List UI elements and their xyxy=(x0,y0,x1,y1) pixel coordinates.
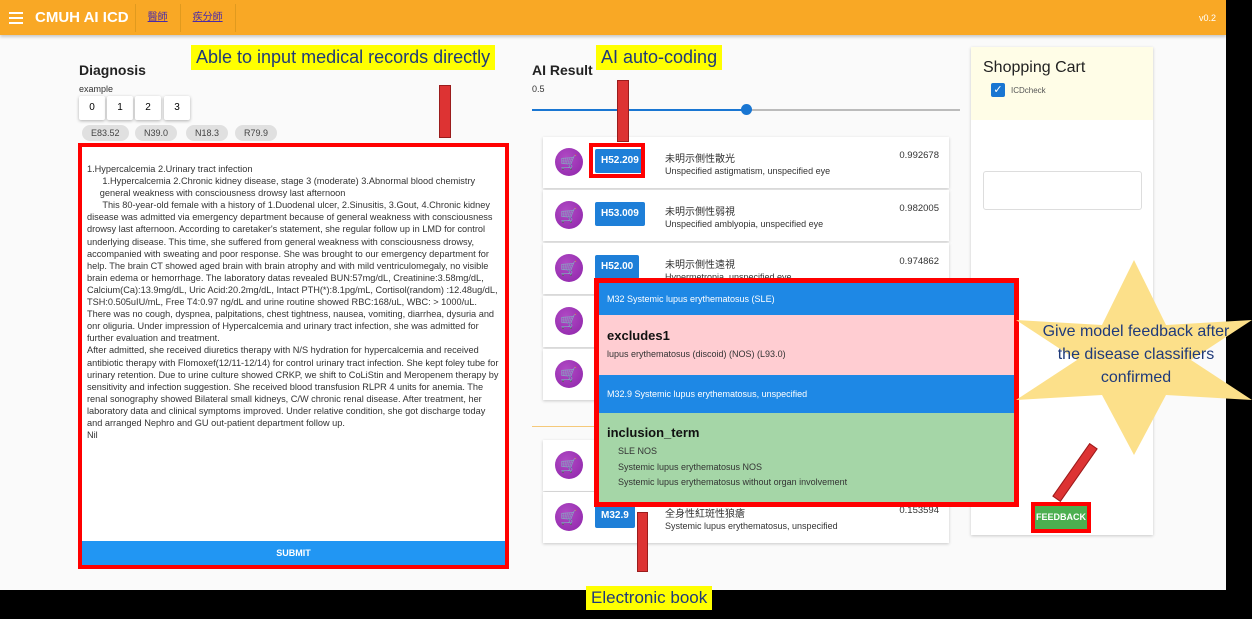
feedback-button[interactable]: FEEDBACK xyxy=(1031,502,1091,533)
icdcheck-checkbox[interactable]: ✓ xyxy=(991,83,1005,97)
nav-classifier[interactable]: 疾分師 xyxy=(181,3,236,32)
add-to-cart-button[interactable]: 🛒 xyxy=(555,503,583,531)
cart-header: Shopping Cart ✓ ICDcheck xyxy=(971,47,1153,120)
highlight-code xyxy=(589,143,645,178)
nav-doctor[interactable]: 醫師 xyxy=(134,3,181,32)
electronic-book-popup: M32 Systemic lupus erythematosus (SLE) e… xyxy=(594,278,1019,507)
ai-result-title: AI Result xyxy=(532,62,593,78)
icd-code-badge[interactable]: M32.9 xyxy=(595,504,635,528)
code-name-zh: 未明示側性遠視 xyxy=(665,260,735,271)
threshold-value: 0.5 xyxy=(532,84,545,94)
diagnosis-chip[interactable]: N18.3 xyxy=(186,125,229,141)
slider-fill xyxy=(532,109,746,111)
result-card: 🛒 H53.009 未明示側性弱視 Unspecified amblyopia, u… xyxy=(543,190,949,241)
annotation-input: Able to input medical records directly xyxy=(191,45,496,70)
diagnosis-title: Diagnosis xyxy=(79,62,146,78)
score: 0.992678 xyxy=(899,150,939,161)
score: 0.982005 xyxy=(899,203,939,214)
ebook-parent-code[interactable]: M32 Systemic lupus erythematosus (SLE) xyxy=(599,283,1014,315)
add-to-cart-button[interactable]: 🛒 xyxy=(555,307,583,335)
add-to-cart-button[interactable]: 🛒 xyxy=(555,254,583,282)
inclusion-item: SLE NOS xyxy=(618,446,658,456)
ebook-child-code[interactable]: M32.9 Systemic lupus erythematosus, unsp… xyxy=(599,375,1014,413)
threshold-slider[interactable] xyxy=(532,104,960,115)
code-name-en: Unspecified amblyopia, unspecified eye xyxy=(665,219,824,229)
example-button-2[interactable]: 2 xyxy=(135,96,161,120)
cart-title: Shopping Cart xyxy=(983,59,1086,76)
diagnosis-chip[interactable]: R79.9 xyxy=(235,125,278,141)
code-name-zh: 全身性紅斑性狼瘡 xyxy=(665,509,745,520)
diagnosis-chip[interactable]: E83.52 xyxy=(82,125,129,141)
excludes-item: lupus erythematosus (discoid) (NOS) (L93… xyxy=(607,349,786,359)
add-to-cart-button[interactable]: 🛒 xyxy=(555,360,583,388)
excludes-section: excludes1 lupus erythematosus (discoid) … xyxy=(599,315,1014,375)
arrow-up-icon xyxy=(439,85,451,138)
menu-icon[interactable] xyxy=(9,9,23,27)
icd-code-badge[interactable]: H53.009 xyxy=(595,202,645,226)
medical-record-input[interactable]: 1.Hypercalcemia 2.Urinary tract infectio… xyxy=(84,149,503,537)
example-button-0[interactable]: 0 xyxy=(79,96,105,120)
example-label: example xyxy=(79,84,114,94)
inclusion-section: inclusion_term SLE NOS Systemic lupus er… xyxy=(599,413,1014,502)
diagnosis-chip[interactable]: N39.0 xyxy=(135,125,178,141)
code-name-en: Unspecified astigmatism, unspecified eye xyxy=(665,166,831,176)
add-to-cart-button[interactable]: 🛒 xyxy=(555,148,583,176)
annotation-autocoding: AI auto-coding xyxy=(596,45,723,70)
add-to-cart-button[interactable]: 🛒 xyxy=(555,201,583,229)
submit-button[interactable]: SUBMIT xyxy=(82,541,505,565)
code-name-en: Systemic lupus erythematosus, unspecifie… xyxy=(665,521,838,531)
annotation-feedback: Give model feedback after the disease cl… xyxy=(1042,323,1230,386)
code-name-zh: 未明示側性弱視 xyxy=(665,207,735,218)
version: v0.2 xyxy=(1198,12,1216,23)
inclusion-title: inclusion_term xyxy=(607,425,700,440)
slider-thumb[interactable] xyxy=(741,104,752,115)
score: 0.974862 xyxy=(899,256,939,267)
example-button-1[interactable]: 1 xyxy=(107,96,133,120)
cart-input[interactable] xyxy=(983,171,1142,210)
code-name-zh: 未明示側性散光 xyxy=(665,154,735,165)
arrow-down-icon xyxy=(637,512,648,572)
excludes-title: excludes1 xyxy=(607,328,670,343)
medical-record-box: 1.Hypercalcemia 2.Urinary tract infectio… xyxy=(78,143,509,569)
top-app-bar: CMUH AI ICD 醫師 疾分師 v0.2 xyxy=(0,0,1226,35)
example-button-3[interactable]: 3 xyxy=(164,96,190,120)
arrow-up-icon xyxy=(617,80,629,142)
inclusion-item: Systemic lupus erythematosus NOS xyxy=(618,461,763,472)
app-title: CMUH AI ICD xyxy=(35,9,129,26)
icdcheck-label: ICDcheck xyxy=(1011,85,1046,95)
annotation-ebook: Electronic book xyxy=(586,586,713,610)
add-to-cart-button[interactable]: 🛒 xyxy=(555,451,583,479)
icd-code-badge[interactable]: H52.00 xyxy=(595,255,640,279)
inclusion-item: Systemic lupus erythematosus without org… xyxy=(618,477,848,487)
